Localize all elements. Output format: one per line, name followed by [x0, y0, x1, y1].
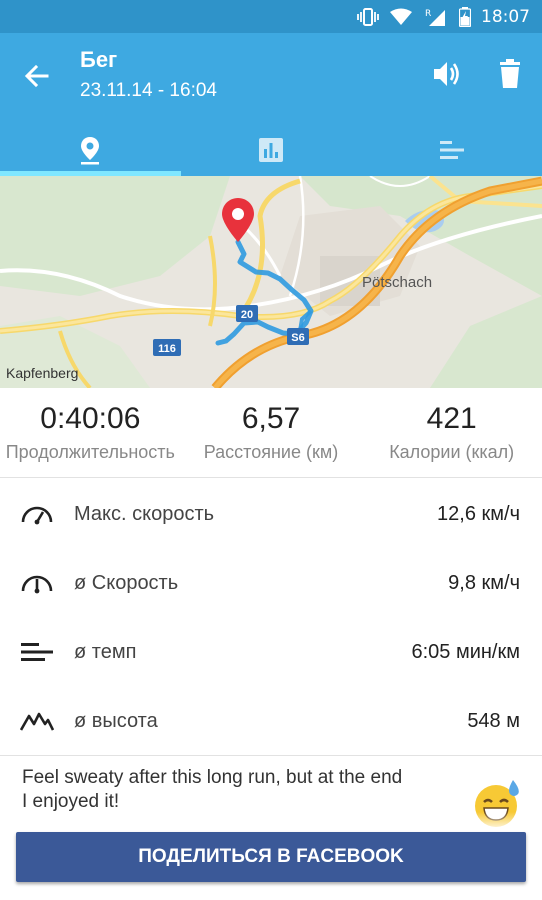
splits-list-icon: [439, 140, 464, 159]
summary: 0:40:06 Продолжительность 6,57 Расстояни…: [0, 388, 542, 476]
road-sign-s6: S6: [287, 328, 309, 345]
map-canvas: 116 20 S6 Pötschach Kapfenberg: [0, 176, 542, 388]
stat-label: ø высота: [74, 709, 158, 732]
status-bar: R 18:07: [0, 0, 542, 33]
svg-text:R: R: [425, 9, 431, 19]
divider: [0, 477, 542, 478]
bar-chart-icon: [259, 137, 283, 162]
summary-distance: 6,57 Расстояние (км): [181, 388, 362, 476]
tab-map[interactable]: [0, 123, 181, 176]
distance-label: Расстояние (км): [203, 442, 339, 462]
road-sign-116: 116: [153, 339, 181, 356]
activity-datetime: 23.11.14 - 16:04: [80, 80, 217, 101]
map-label-town: Kapfenberg: [6, 365, 78, 381]
vibrate-icon: [357, 7, 379, 26]
stat-label: Макс. скорость: [74, 502, 215, 525]
elevation-icon: [20, 712, 54, 731]
stat-label: ø темп: [74, 640, 137, 663]
tab-charts[interactable]: [181, 123, 362, 176]
road-sign-20: 20: [236, 305, 258, 322]
svg-text:20: 20: [241, 309, 253, 321]
speedometer-icon: [21, 506, 53, 525]
stat-value: 548 м: [467, 709, 520, 732]
status-time: 18:07: [481, 6, 530, 27]
summary-duration: 0:40:06 Продолжительность: [0, 388, 181, 476]
stat-avg-speed: ø Скорость 9,8 км/ч: [0, 549, 542, 617]
back-button[interactable]: [20, 59, 54, 93]
summary-calories: 421 Калории (ккал): [361, 388, 542, 476]
stat-value: 9,8 км/ч: [448, 571, 520, 594]
wifi-icon: [390, 8, 412, 25]
pace-icon: [21, 643, 53, 661]
voice-button[interactable]: [430, 57, 464, 91]
delete-button[interactable]: [495, 57, 525, 91]
svg-text:S6: S6: [291, 332, 304, 344]
app-bar: Бег 23.11.14 - 16:04: [0, 33, 542, 176]
divider: [0, 755, 542, 756]
distance-value: 6,57: [241, 402, 301, 435]
scroll-fade: [0, 812, 542, 832]
map-pin-icon: [222, 198, 254, 242]
calories-label: Калории (ккал): [389, 442, 515, 462]
stat-value: 6:05 мин/км: [411, 640, 520, 663]
battery-icon: [459, 6, 471, 27]
route-map[interactable]: 116 20 S6 Pötschach Kapfenberg: [0, 176, 542, 388]
speedometer-icon: [21, 575, 53, 594]
tab-bar: [0, 123, 542, 176]
location-pin-icon: [81, 136, 100, 164]
map-label-city: Pötschach: [362, 274, 432, 291]
arrow-back-icon: [24, 64, 49, 88]
status-icons: R 18:07: [357, 0, 530, 33]
stat-value: 12,6 км/ч: [437, 502, 520, 525]
share-facebook-button[interactable]: ПОДЕЛИТЬСЯ В FACEBOOK: [16, 832, 526, 882]
duration-value: 0:40:06: [40, 402, 141, 435]
speaker-icon: [434, 62, 459, 86]
activity-note: Feel sweaty after this long run, but at …: [22, 767, 403, 812]
stat-max-speed: Макс. скорость 12,6 км/ч: [0, 480, 542, 548]
stat-avg-pace: ø темп 6:05 мин/км: [0, 618, 542, 686]
duration-label: Продолжительность: [5, 442, 175, 462]
svg-text:116: 116: [158, 343, 176, 355]
stat-avg-elevation: ø высота 548 м: [0, 687, 542, 755]
signal-icon: R: [425, 9, 445, 26]
stat-label: ø Скорость: [74, 571, 179, 594]
calories-value: 421: [426, 402, 477, 435]
tab-splits[interactable]: [361, 123, 542, 176]
page-title: Бег: [80, 47, 118, 72]
trash-icon: [500, 59, 520, 88]
